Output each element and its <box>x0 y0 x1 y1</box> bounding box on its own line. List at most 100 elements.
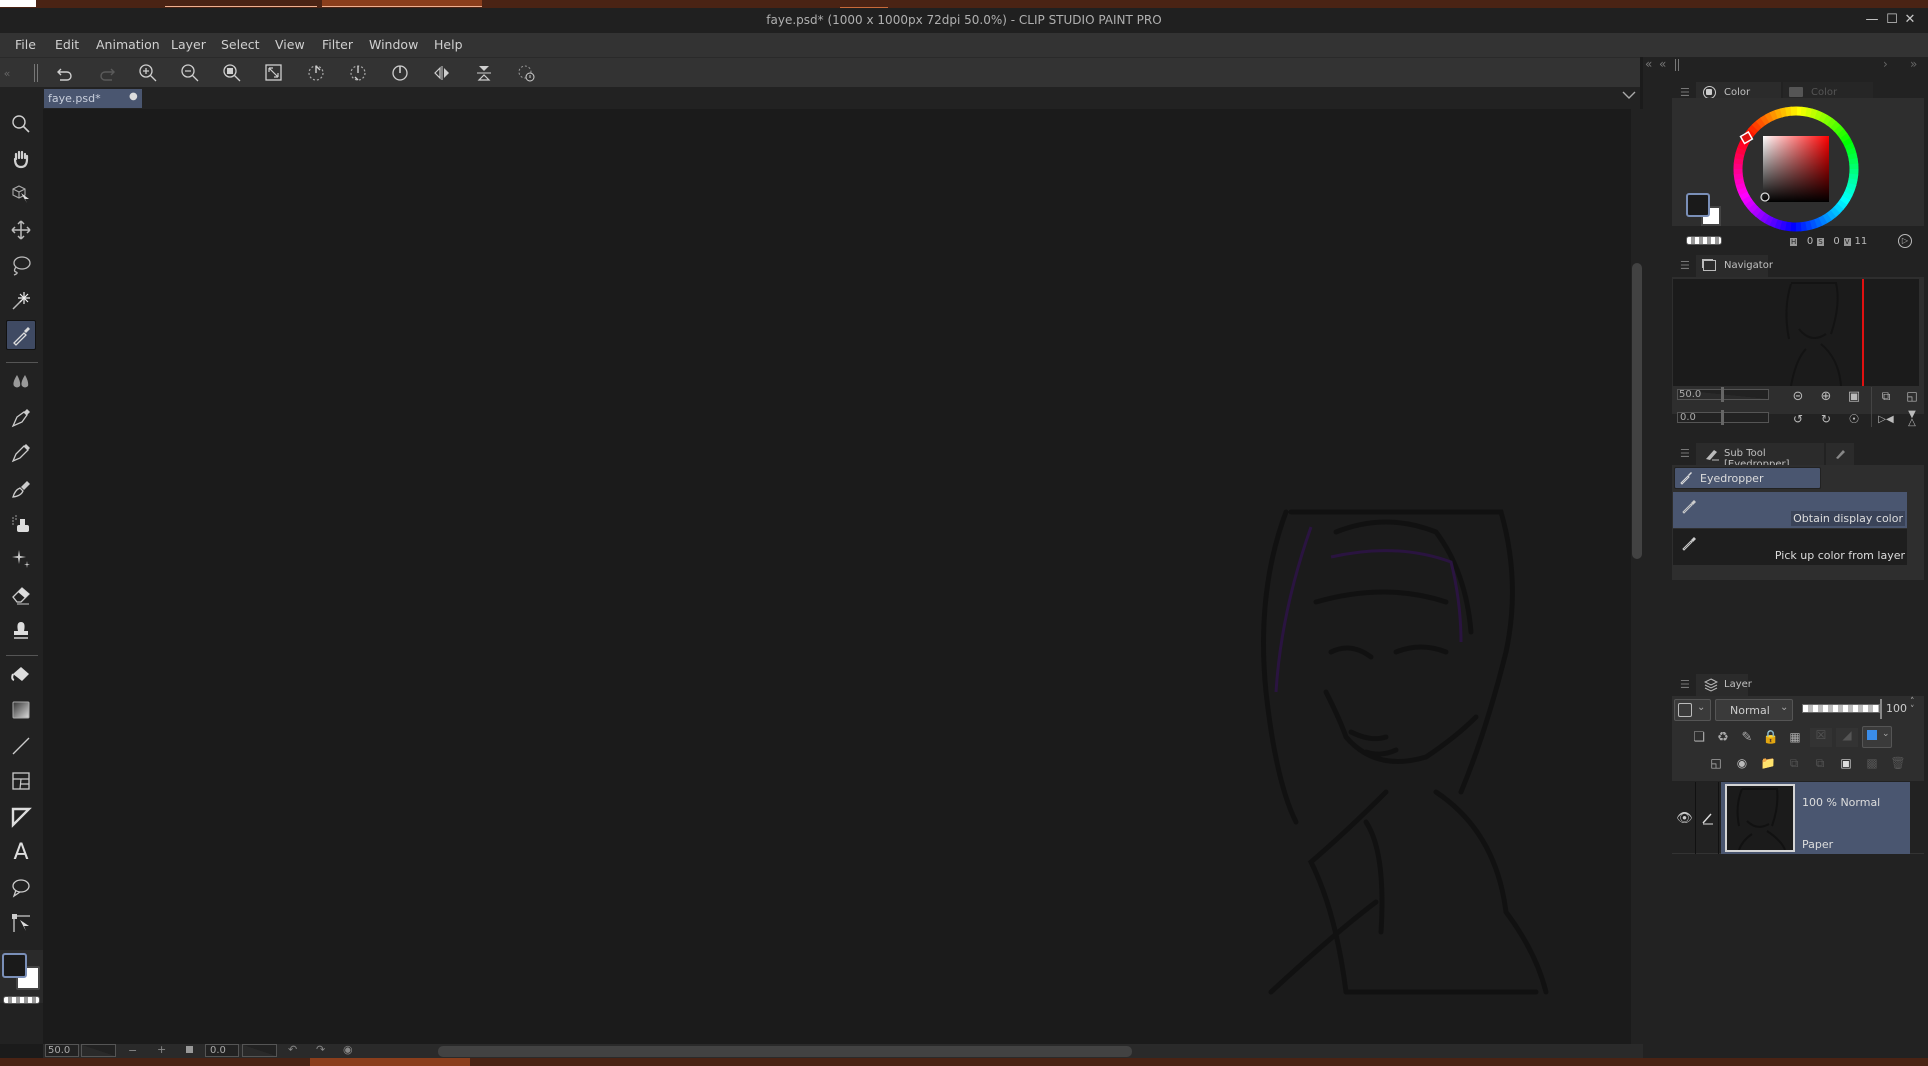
navigator-zoom-handle[interactable] <box>1721 387 1724 402</box>
tool-text[interactable]: A <box>6 837 36 867</box>
tool-eyedropper[interactable] <box>6 320 36 350</box>
collapse-left-icon[interactable]: « <box>0 62 14 84</box>
subtool-group-eyedropper[interactable]: Eyedropper <box>1674 467 1821 489</box>
tool-gradient[interactable] <box>6 695 36 725</box>
vertical-scrollbar-thumb[interactable] <box>1632 263 1642 559</box>
tool-frame-border[interactable] <box>6 766 36 796</box>
status-rotate-left-icon[interactable]: ↶ <box>288 1043 297 1056</box>
taskbar-item[interactable] <box>310 1058 470 1066</box>
main-color-chip[interactable] <box>1686 193 1710 217</box>
tool-decoration[interactable] <box>6 544 36 574</box>
color-mode-toggle-icon[interactable]: ▷ <box>1898 234 1912 248</box>
reference-layer-icon[interactable]: ♻ <box>1714 728 1732 746</box>
taskbar-item[interactable] <box>322 0 482 7</box>
new-folder-icon[interactable]: 📁 <box>1759 754 1777 772</box>
redo-icon[interactable] <box>95 62 119 84</box>
taskbar-item[interactable] <box>165 0 317 7</box>
tool-eraser[interactable] <box>6 580 36 610</box>
menu-file[interactable]: File <box>15 37 36 52</box>
tool-move[interactable] <box>6 215 36 245</box>
navigator-rotate-right-icon[interactable]: ↻ <box>1817 410 1835 428</box>
navigator-preview[interactable] <box>1673 279 1919 386</box>
clip-to-layer-below-icon[interactable]: ❏ <box>1690 728 1708 746</box>
tool-brush2[interactable] <box>6 474 36 504</box>
status-zoom-out-button[interactable]: − <box>128 1044 137 1057</box>
panel-menu-icon[interactable]: ☰ <box>1680 259 1690 272</box>
expand-dock-icon[interactable]: » <box>1910 57 1917 71</box>
ruler-toggle-icon[interactable]: ◢ <box>1836 728 1858 747</box>
tab-subtool-detail[interactable] <box>1826 443 1854 465</box>
rotate-right-icon[interactable] <box>346 62 370 84</box>
delete-layer-icon[interactable]: 🗑 <box>1889 754 1907 772</box>
lock-layer-icon[interactable]: 🔒 <box>1762 728 1780 746</box>
opacity-slider-handle[interactable] <box>1880 699 1882 719</box>
tool-zoom[interactable] <box>6 109 36 139</box>
tool-hand[interactable] <box>6 144 36 174</box>
fit-to-screen-icon[interactable] <box>262 62 286 84</box>
tab-layer[interactable]: Layer <box>1696 674 1752 696</box>
create-layer-mask-icon[interactable]: ▣ <box>1837 754 1855 772</box>
tool-blend[interactable] <box>6 615 36 645</box>
layer-color-dropdown[interactable]: ⌄ <box>1674 699 1711 721</box>
navigator-fit-icon[interactable]: ⧉ <box>1877 387 1895 405</box>
status-rotation-field[interactable]: 0.0 <box>205 1044 239 1057</box>
status-rotate-right-icon[interactable]: ↷ <box>316 1043 325 1056</box>
transparent-color-chip[interactable] <box>3 996 40 1004</box>
navigator-actual-size-icon[interactable]: ▣ <box>1845 387 1863 405</box>
navigator-zoom-out-icon[interactable]: ⊝ <box>1789 387 1807 405</box>
main-color-chip[interactable] <box>2 953 27 978</box>
collapse-dock-icon[interactable]: « <box>1645 57 1652 71</box>
tool-pencil[interactable] <box>6 403 36 433</box>
tool-auto-select[interactable] <box>6 285 36 315</box>
tool-pen[interactable] <box>6 367 36 397</box>
grip-handle[interactable] <box>1675 59 1679 71</box>
actual-size-icon[interactable] <box>220 62 244 84</box>
layer-color-mode-dropdown[interactable]: ⌄ <box>1862 726 1892 748</box>
navigator-flip-horizontal-icon[interactable]: ▷◀ <box>1877 410 1895 428</box>
taskbar-item[interactable] <box>0 0 36 7</box>
status-rotation-slider[interactable] <box>242 1044 277 1057</box>
color-wheel[interactable] <box>1731 104 1861 234</box>
status-zoom-in-button[interactable]: + <box>157 1043 166 1056</box>
menu-help[interactable]: Help <box>434 37 463 52</box>
navigator-zoom-in-icon[interactable]: ⊕ <box>1817 387 1835 405</box>
quick-access-icon[interactable] <box>514 62 538 84</box>
opacity-value[interactable]: 100 <box>1886 702 1907 715</box>
navigator-view-frame[interactable] <box>1862 279 1864 386</box>
modified-dot-icon[interactable]: ● <box>129 91 138 102</box>
grip-handle[interactable] <box>34 64 38 82</box>
tool-lasso[interactable] <box>6 250 36 280</box>
tool-operation[interactable] <box>6 179 36 209</box>
transparent-color-chip[interactable] <box>1686 236 1722 245</box>
tool-correct-line[interactable] <box>6 908 36 938</box>
tool-ruler[interactable] <box>6 802 36 832</box>
apply-mask-icon[interactable]: ▩ <box>1863 754 1881 772</box>
mask-toggle-icon[interactable]: ☒ <box>1810 728 1832 747</box>
transfer-to-lower-layer-icon[interactable]: ⧉ <box>1785 754 1803 772</box>
collapse-panel-icon[interactable]: « <box>1659 57 1666 71</box>
minimize-button[interactable]: — <box>1863 11 1881 29</box>
subtool-item[interactable]: Pick up color from layer <box>1673 529 1907 565</box>
zoom-out-icon[interactable] <box>178 62 202 84</box>
tool-balloon[interactable] <box>6 873 36 903</box>
canvas-area[interactable] <box>43 109 1631 1044</box>
tool-fill[interactable] <box>6 660 36 690</box>
reset-rotation-icon[interactable] <box>388 62 412 84</box>
maximize-button[interactable]: ☐ <box>1883 11 1901 29</box>
zoom-in-icon[interactable] <box>136 62 160 84</box>
undo-icon[interactable] <box>53 62 77 84</box>
menu-window[interactable]: Window <box>369 37 418 52</box>
status-zoom-field[interactable]: 50.0 <box>45 1044 79 1057</box>
layer-visibility-eye-icon[interactable]: 👁 <box>1674 782 1696 854</box>
navigator-rotate-left-icon[interactable]: ↺ <box>1789 410 1807 428</box>
rotate-left-icon[interactable] <box>304 62 328 84</box>
navigator-flip-vertical-icon[interactable]: ▼ △ <box>1903 410 1921 428</box>
subtool-item[interactable]: Obtain display color <box>1673 492 1907 528</box>
opacity-slider[interactable] <box>1802 704 1880 713</box>
tab-navigator[interactable]: Navigator <box>1696 255 1773 277</box>
draft-layer-icon[interactable]: ✎ <box>1738 728 1756 746</box>
menu-filter[interactable]: Filter <box>322 37 353 52</box>
expand-panel-icon[interactable]: › <box>1883 57 1888 71</box>
combine-with-layer-below-icon[interactable]: ⧉ <box>1811 754 1829 772</box>
status-actual-size-button[interactable] <box>186 1046 193 1053</box>
